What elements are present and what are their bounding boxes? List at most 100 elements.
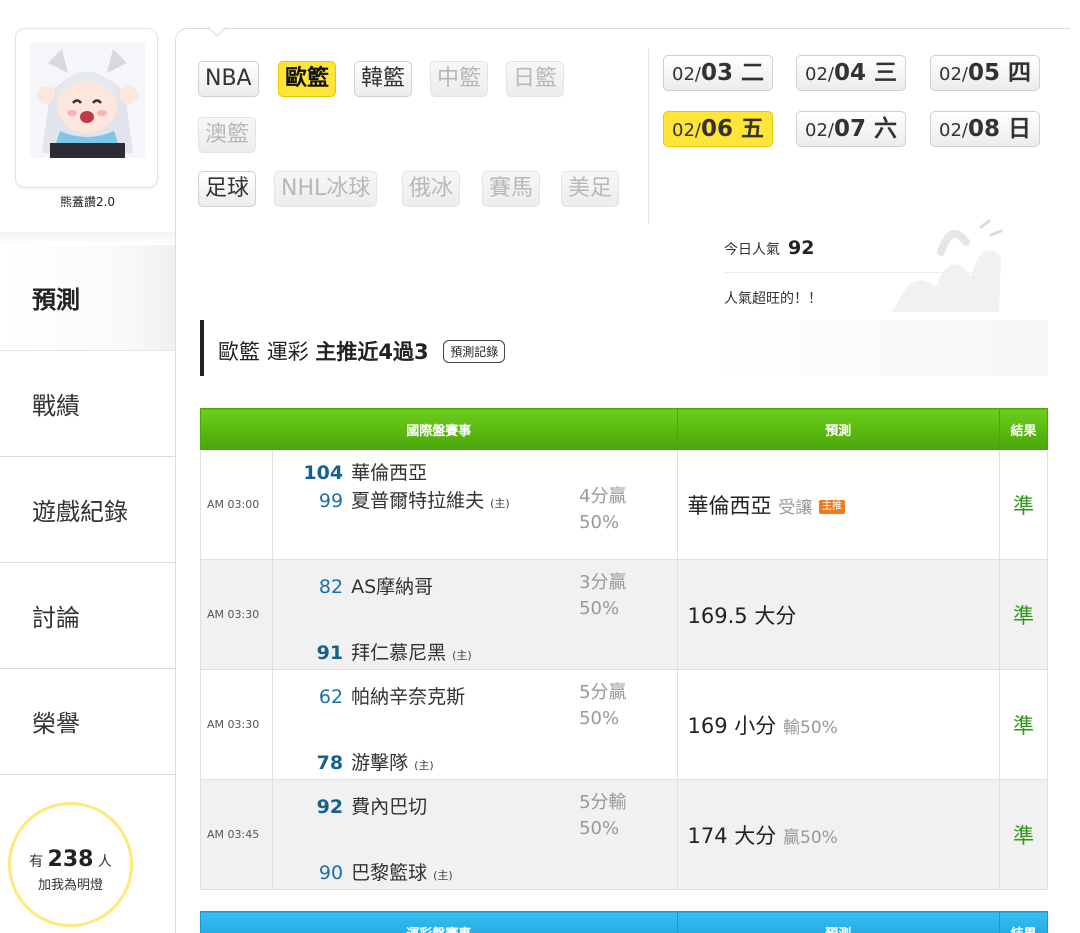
username[interactable]: 熊蓋讚2.0 (0, 193, 175, 210)
away-score: 62 (318, 686, 344, 708)
sidebar-item-honor[interactable]: 榮譽 (0, 669, 175, 775)
result-cell: 準 (998, 559, 1049, 670)
date-day: 05 四 (967, 60, 1031, 86)
game-time: AM 03:30 (199, 669, 274, 780)
match-cell: 92 費內巴切 90 巴黎籃球 (主) 5分輸 50% (272, 779, 678, 890)
prediction-cell: 華倫西亞 受讓 主推 (676, 449, 1000, 560)
date-day: 08 日 (967, 116, 1031, 142)
league-tag-korea-basketball[interactable]: 韓籃 (354, 61, 413, 97)
fans-count: 238 (47, 847, 94, 872)
away-score: 104 (303, 462, 344, 484)
home-team[interactable]: 90 巴黎籃球 (主) (303, 858, 453, 885)
date-month: 02/ (939, 64, 968, 85)
league-tag-euro-basketball[interactable]: 歐籃 (278, 61, 337, 97)
divider (648, 49, 649, 224)
away-team[interactable]: 92 費內巴切 (303, 792, 427, 819)
away-score: 92 (316, 796, 344, 818)
home-team[interactable]: 78 游擊隊 (主) (303, 748, 434, 775)
odds: 5分輸 50% (579, 790, 626, 842)
league-tag-russia-hockey[interactable]: 俄冰 (402, 171, 461, 207)
table-row: AM 03:00 104 華倫西亞 99 夏普爾特拉維夫 (主) 4分贏 50% (199, 449, 1049, 560)
home-score: 99 (318, 490, 344, 512)
popularity-label: 今日人氣 (724, 242, 780, 258)
date-button-0206[interactable]: 02/06 五 (663, 111, 773, 147)
odds-rate: 50% (579, 818, 620, 839)
league-tag-horse-racing[interactable]: 賽馬 (482, 171, 541, 207)
table-row: AM 03:30 62 帕納辛奈克斯 78 游擊隊 (主) 5分贏 50% 16… (199, 669, 1049, 780)
sidebar-nav: 預測 戰績 遊戲紀錄 討論 榮譽 (0, 245, 175, 775)
sidebar-item-discussion[interactable]: 討論 (0, 563, 175, 669)
home-team[interactable]: 91 拜仁慕尼黑 (主) (303, 638, 472, 665)
header-result: 結果 (998, 911, 1049, 933)
date-button-0204[interactable]: 02/04 三 (796, 55, 906, 91)
prediction-pick: 174 大分 (687, 823, 777, 848)
games-table: 國際盤賽事 預測 結果 AM 03:00 104 華倫西亞 99 夏普爾特拉維夫 (… (199, 408, 1049, 890)
header-match: 國際盤賽事 (200, 408, 678, 450)
home-mark: (主) (433, 869, 453, 882)
avatar-illustration-icon (30, 43, 145, 158)
follow-badge[interactable]: 有 238 人 加我為明燈 (8, 802, 133, 927)
sidebar-item-game-history[interactable]: 遊戲紀錄 (0, 457, 175, 563)
result-cell: 準 (998, 449, 1049, 560)
league-tag-australia-basketball[interactable]: 澳籃 (198, 117, 257, 153)
popularity-value: 92 (788, 237, 815, 259)
home-mark: (主) (490, 497, 510, 510)
mascot-decoration-icon (891, 219, 1003, 312)
league-tag-china-basketball[interactable]: 中籃 (430, 61, 489, 97)
section-league: 歐籃 (218, 340, 260, 364)
section-record: 主推近4過3 (315, 340, 429, 364)
league-tag-nba[interactable]: NBA (198, 61, 259, 97)
odds-line: 4分贏 (579, 486, 627, 507)
date-button-0205[interactable]: 02/05 四 (930, 55, 1040, 91)
home-score: 90 (318, 862, 344, 884)
away-team[interactable]: 104 華倫西亞 (303, 458, 427, 485)
result-cell: 準 (998, 779, 1049, 890)
table-row: AM 03:45 92 費內巴切 90 巴黎籃球 (主) 5分輸 50% 174… (199, 779, 1049, 890)
odds-rate: 50% (579, 708, 620, 729)
avatar[interactable] (30, 43, 145, 158)
table-header: 運彩盤賽事 預測 結果 (200, 911, 1049, 933)
prediction-pick: 169 小分 (687, 713, 777, 738)
main-panel: NBA 歐籃 韓籃 中籃 日籃 澳籃 足球 NHL冰球 俄冰 賽馬 美足 02/… (175, 27, 1070, 933)
date-day: 04 三 (833, 60, 897, 86)
fans-subtitle: 加我為明燈 (37, 878, 103, 893)
prediction-note: 受讓 (778, 497, 813, 518)
prediction-cell: 169.5 大分 (676, 559, 1000, 670)
result-cell: 準 (998, 669, 1049, 780)
avatar-card[interactable] (15, 28, 158, 188)
sidebar-item-predict[interactable]: 預測 (0, 245, 175, 351)
date-month: 02/ (939, 120, 968, 141)
home-name: 巴黎籃球 (351, 862, 428, 884)
match-cell: 62 帕納辛奈克斯 78 游擊隊 (主) 5分贏 50% (272, 669, 678, 780)
popularity-today: 今日人氣 92 (724, 237, 814, 259)
home-name: 游擊隊 (351, 752, 409, 774)
away-name: 帕納辛奈克斯 (351, 686, 466, 708)
divider (0, 232, 175, 244)
prediction-note: 輸50% (783, 717, 838, 738)
league-tag-nhl[interactable]: NHL冰球 (274, 171, 378, 207)
date-button-0207[interactable]: 02/07 六 (796, 111, 906, 147)
date-month: 02/ (805, 120, 834, 141)
odds: 5分贏 50% (579, 680, 626, 732)
game-time: AM 03:00 (199, 449, 274, 560)
prediction-history-button[interactable]: 預測記錄 (443, 340, 506, 363)
home-name: 夏普爾特拉維夫 (351, 490, 485, 512)
odds: 3分贏 50% (579, 570, 626, 622)
date-button-0208[interactable]: 02/08 日 (930, 111, 1040, 147)
home-team[interactable]: 99 夏普爾特拉維夫 (主) (303, 486, 510, 513)
home-score: 91 (316, 642, 344, 664)
league-tag-soccer[interactable]: 足球 (198, 171, 257, 207)
away-score: 82 (318, 576, 344, 598)
away-team[interactable]: 62 帕納辛奈克斯 (303, 682, 465, 709)
away-team[interactable]: 82 AS摩納哥 (303, 572, 433, 599)
date-button-0203[interactable]: 02/03 二 (663, 55, 773, 91)
prediction-cell: 174 大分 贏50% (676, 779, 1000, 890)
date-month: 02/ (805, 64, 834, 85)
date-month: 02/ (672, 120, 701, 141)
match-cell: 82 AS摩納哥 91 拜仁慕尼黑 (主) 3分贏 50% (272, 559, 678, 670)
home-mark: (主) (452, 649, 472, 662)
league-tag-japan-basketball[interactable]: 日籃 (506, 61, 565, 97)
sidebar-item-record[interactable]: 戰績 (0, 351, 175, 457)
league-tag-american-football[interactable]: 美足 (561, 171, 620, 207)
header-result: 結果 (998, 408, 1049, 450)
